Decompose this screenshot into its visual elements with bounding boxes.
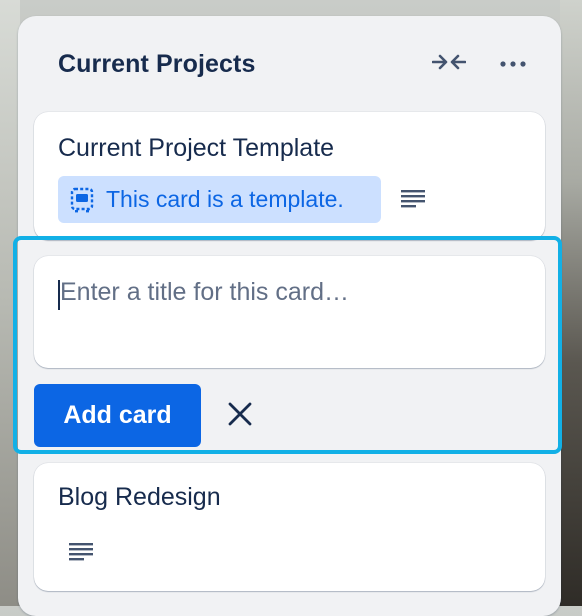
description-icon: [68, 541, 94, 561]
list-title[interactable]: Current Projects: [58, 50, 256, 79]
list-column: Current Projects Current Project Templat…: [13, 16, 562, 616]
card-blog-redesign[interactable]: Blog Redesign: [34, 463, 545, 591]
template-card-icon: [70, 187, 94, 213]
add-card-button[interactable]: Add card: [34, 384, 201, 447]
close-icon: [227, 401, 253, 432]
list-header: Current Projects: [18, 16, 561, 112]
card-title: Blog Redesign: [58, 483, 221, 511]
card-current-project-template[interactable]: Current Project Template This card is a …: [34, 112, 545, 240]
list-menu-button[interactable]: [493, 46, 533, 82]
template-badge-label: This card is a template.: [106, 186, 344, 212]
description-icon: [400, 188, 426, 208]
template-badge: This card is a template.: [58, 176, 381, 223]
more-dots-icon: [500, 55, 526, 73]
collapse-arrows-icon: [431, 52, 467, 77]
card-title-placeholder: Enter a title for this card…: [60, 278, 350, 306]
card-title-input[interactable]: Enter a title for this card…: [34, 256, 545, 368]
cancel-add-card-button[interactable]: [220, 398, 260, 434]
board-background-right: [560, 0, 582, 606]
collapse-list-button[interactable]: [429, 46, 469, 82]
card-title: Current Project Template: [58, 134, 335, 162]
